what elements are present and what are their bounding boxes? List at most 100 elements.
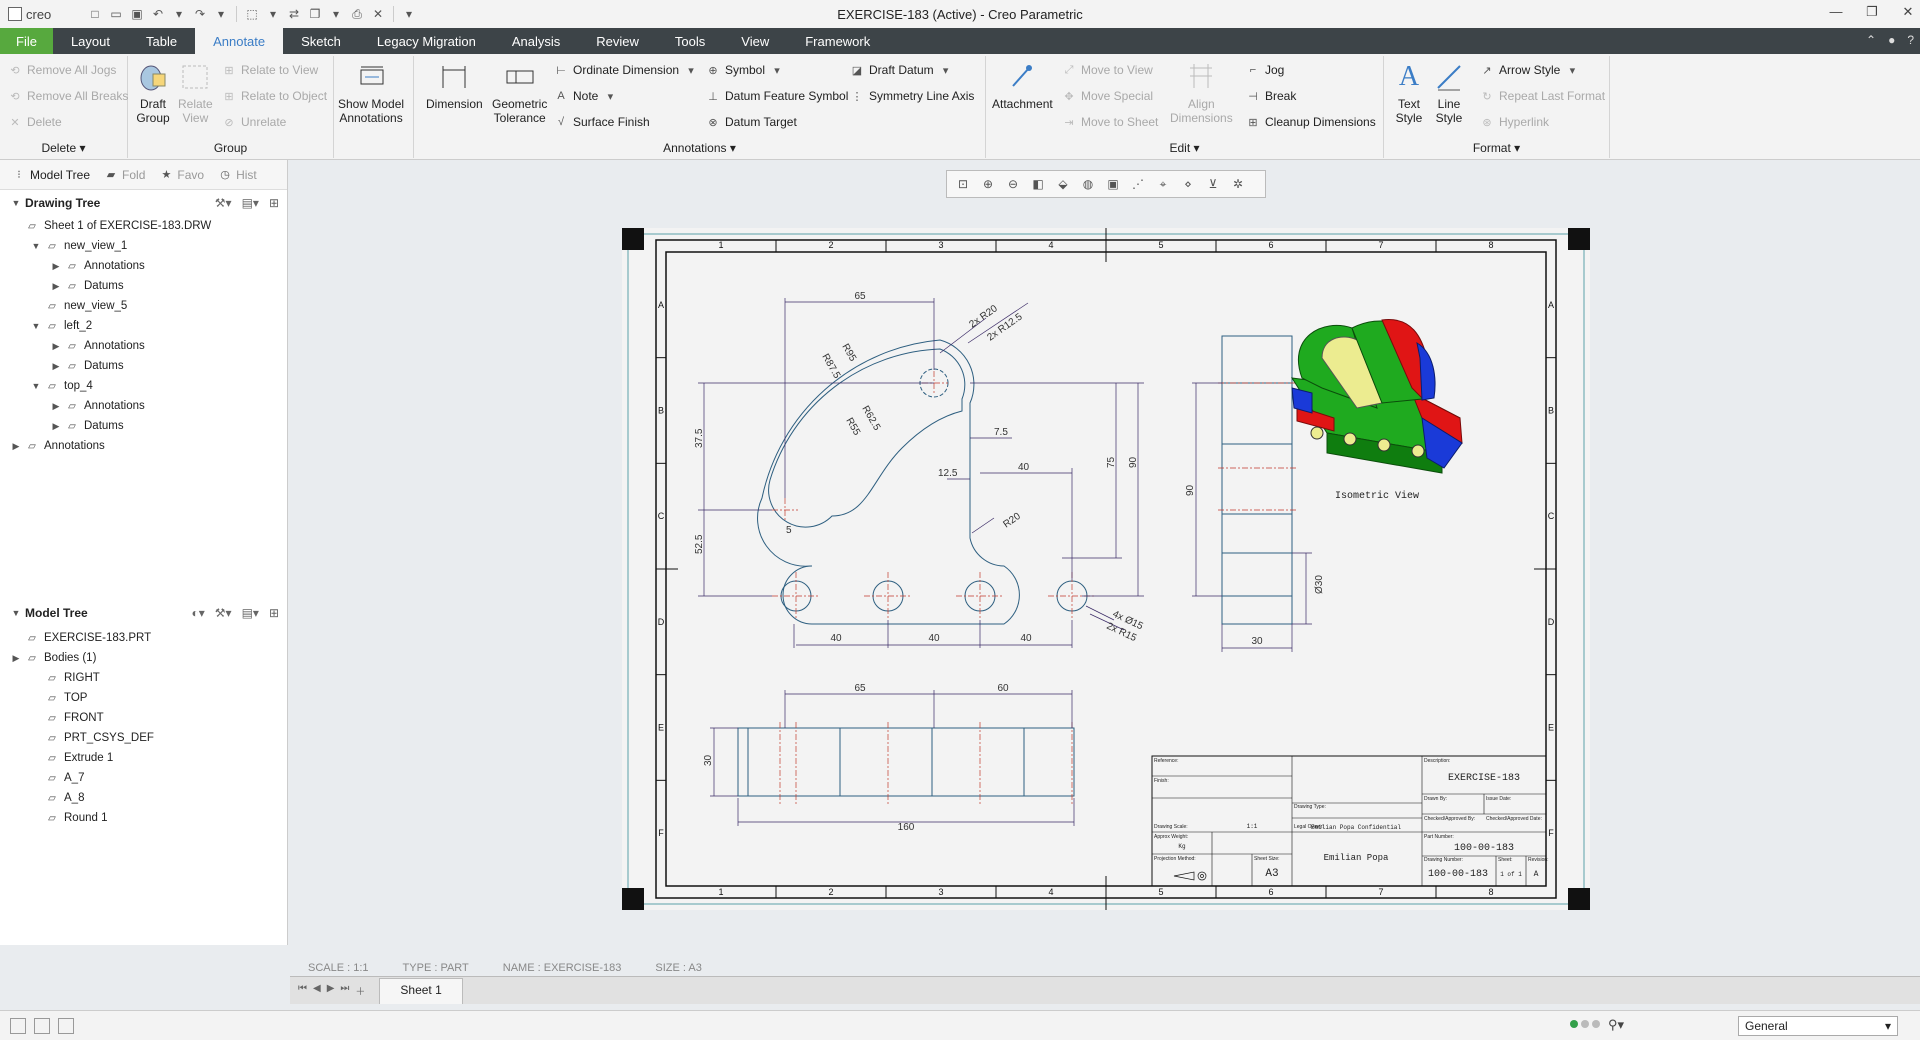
close-window-icon[interactable]: ✕ [369, 5, 387, 23]
relate-to-view-button[interactable]: ⊞ Relate to View [222, 60, 318, 80]
delete-button[interactable]: ✕ Delete [8, 112, 61, 132]
remove-all-breaks-button[interactable]: ⟲ Remove All Breaks [8, 86, 128, 106]
break-button[interactable]: ⊣ Break [1246, 86, 1296, 106]
expand-icon[interactable]: ▶ [50, 421, 62, 432]
hyperlink-button[interactable]: ⊛ Hyperlink [1480, 112, 1549, 132]
windows-icon[interactable]: ❐ [306, 5, 324, 23]
collapse-icon[interactable]: ▼ [10, 608, 22, 618]
show-model-annotations-button[interactable]: Show Model Annotations [338, 60, 404, 125]
display-style-icon[interactable]: ⬙ [1053, 174, 1073, 194]
drawing-tree-header[interactable]: ▼ Drawing Tree ⚒▾ ▤▾ ⊞ [0, 190, 287, 216]
expand-icon[interactable]: ▼ [30, 381, 42, 391]
note-button[interactable]: A Note ▾ [554, 86, 617, 106]
tab-review[interactable]: Review [578, 28, 657, 54]
tree-node[interactable]: ▱ Round 1 [0, 808, 287, 828]
tree-node[interactable]: ▱ A_7 [0, 768, 287, 788]
tree-node[interactable]: ▱ Extrude 1 [0, 748, 287, 768]
symmetry-line-axis-button[interactable]: ⋮ Symmetry Line Axis [850, 86, 975, 106]
close-icon[interactable]: ✕ [1900, 4, 1916, 20]
move-special-button[interactable]: ✥ Move Special [1062, 86, 1153, 106]
show-icon[interactable]: ▤▾ [242, 196, 259, 210]
tab-legacy-migration[interactable]: Legacy Migration [359, 28, 494, 54]
relate-view-button[interactable]: Relate View [178, 60, 213, 125]
expand-icon[interactable]: ▼ [30, 241, 42, 251]
tree-node[interactable]: ▼ ▱ left_2 [0, 316, 287, 336]
ordinate-dimension-button[interactable]: ⊢ Ordinate Dimension ▾ [554, 60, 698, 80]
first-sheet-icon[interactable]: ⏮ [298, 983, 307, 998]
datum-target-button[interactable]: ⊗ Datum Target [706, 112, 796, 132]
tab-file[interactable]: File [0, 28, 53, 54]
line-style-button[interactable]: Line Style [1432, 60, 1466, 125]
datum-display-icon[interactable]: ⋰ [1128, 174, 1148, 194]
remove-all-jogs-button[interactable]: ⟲ Remove All Jogs [8, 60, 116, 80]
zoom-out-icon[interactable]: ⊖ [1003, 174, 1023, 194]
tree-node[interactable]: ▶ ▱ Annotations [0, 396, 287, 416]
annotation-display-icon[interactable]: ⌖ [1153, 174, 1173, 194]
tree-node[interactable]: ▶ ▱ Annotations [0, 336, 287, 356]
csys-display-icon[interactable]: ⊻ [1203, 174, 1223, 194]
attachment-button[interactable]: Attachment [992, 60, 1053, 111]
surface-finish-button[interactable]: √ Surface Finish [554, 112, 650, 132]
move-to-sheet-button[interactable]: ⇥ Move to Sheet [1062, 112, 1158, 132]
expand-icon[interactable]: ▶ [50, 401, 62, 412]
new-file-icon[interactable]: □ [86, 5, 104, 23]
expand-icon[interactable]: ▶ [50, 361, 62, 372]
annotations-group-label[interactable]: Annotations ▾ [414, 141, 985, 155]
collapse-ribbon-icon[interactable]: ⌃ [1866, 33, 1876, 47]
datum-feature-symbol-button[interactable]: ⊥ Datum Feature Symbol [706, 86, 848, 106]
tree-node[interactable]: ▱ Sheet 1 of EXERCISE-183.DRW [0, 216, 287, 236]
zoom-in-icon[interactable]: ⊕ [978, 174, 998, 194]
tab-analysis[interactable]: Analysis [494, 28, 578, 54]
tree-node[interactable]: ▱ PRT_CSYS_DEF [0, 728, 287, 748]
tree-node[interactable]: ▱ new_view_5 [0, 296, 287, 316]
search-icon[interactable]: ● [1888, 33, 1895, 47]
repaint-icon[interactable]: ◧ [1028, 174, 1048, 194]
redo-icon[interactable]: ↷ [191, 5, 209, 23]
regenerate-icon[interactable]: ⇄ [285, 5, 303, 23]
dimension-button[interactable]: Dimension [426, 60, 483, 111]
tab-annotate[interactable]: Annotate [195, 28, 284, 54]
tree-node[interactable]: ▶ ▱ Bodies (1) [0, 648, 287, 668]
full-screen-icon[interactable] [58, 1017, 74, 1034]
tab-framework[interactable]: Framework [787, 28, 888, 54]
collapse-icon[interactable]: ▼ [10, 198, 22, 208]
tab-tools[interactable]: Tools [657, 28, 723, 54]
minimize-icon[interactable]: — [1828, 4, 1844, 20]
tab-folder-browser[interactable]: ▰ Fold [98, 165, 151, 185]
expand-icon[interactable]: ▶ [50, 261, 62, 272]
tab-layout[interactable]: Layout [53, 28, 128, 54]
tab-table[interactable]: Table [128, 28, 195, 54]
undo-dropdown-icon[interactable]: ▾ [170, 5, 188, 23]
open-file-icon[interactable]: ▭ [107, 5, 125, 23]
undo-icon[interactable]: ↶ [149, 5, 167, 23]
add-sheet-icon[interactable]: ＋ [355, 983, 365, 998]
spin-center-icon[interactable]: ✲ [1228, 174, 1248, 194]
tree-node[interactable]: ▼ ▱ new_view_1 [0, 236, 287, 256]
expand-icon[interactable]: ▶ [10, 441, 22, 452]
tab-sketch[interactable]: Sketch [283, 28, 359, 54]
saved-orientations-icon[interactable]: ▣ [1103, 174, 1123, 194]
tab-model-tree[interactable]: ⁝ Model Tree [6, 165, 96, 185]
expand-icon[interactable]: ▶ [50, 341, 62, 352]
browser-toggle-icon[interactable] [34, 1017, 50, 1034]
expand-icon[interactable]: ▶ [10, 653, 22, 664]
tab-favorites[interactable]: ★ Favo [153, 165, 210, 185]
print-icon[interactable]: ⎙ [348, 5, 366, 23]
drawing-sheet[interactable]: 1122334455667788A AB BC CD DE EF F 65 2x R20 2… [622, 228, 1590, 910]
select-dropdown-icon[interactable]: ▾ [264, 5, 282, 23]
symbol-button[interactable]: ⊕ Symbol ▾ [706, 60, 784, 80]
tab-history[interactable]: ◷ Hist [212, 165, 263, 185]
save-icon[interactable]: ▣ [128, 5, 146, 23]
navigator-toggle-icon[interactable] [10, 1017, 26, 1034]
tree-node[interactable]: ▶ ▱ Datums [0, 416, 287, 436]
filter-icon[interactable]: ⊞ [269, 196, 279, 210]
view-manager-icon[interactable]: ◍ [1078, 174, 1098, 194]
edit-group-label[interactable]: Edit ▾ [986, 141, 1383, 155]
select-box-icon[interactable]: ⬚ [243, 5, 261, 23]
draft-datum-button[interactable]: ◪ Draft Datum ▾ [850, 60, 953, 80]
tree-node[interactable]: ▱ A_8 [0, 788, 287, 808]
tree-node[interactable]: ▱ FRONT [0, 708, 287, 728]
geometric-tolerance-button[interactable]: Geometric Tolerance [492, 60, 547, 125]
last-sheet-icon[interactable]: ⏭ [340, 983, 349, 998]
delete-group-label[interactable]: Delete ▾ [0, 141, 127, 155]
